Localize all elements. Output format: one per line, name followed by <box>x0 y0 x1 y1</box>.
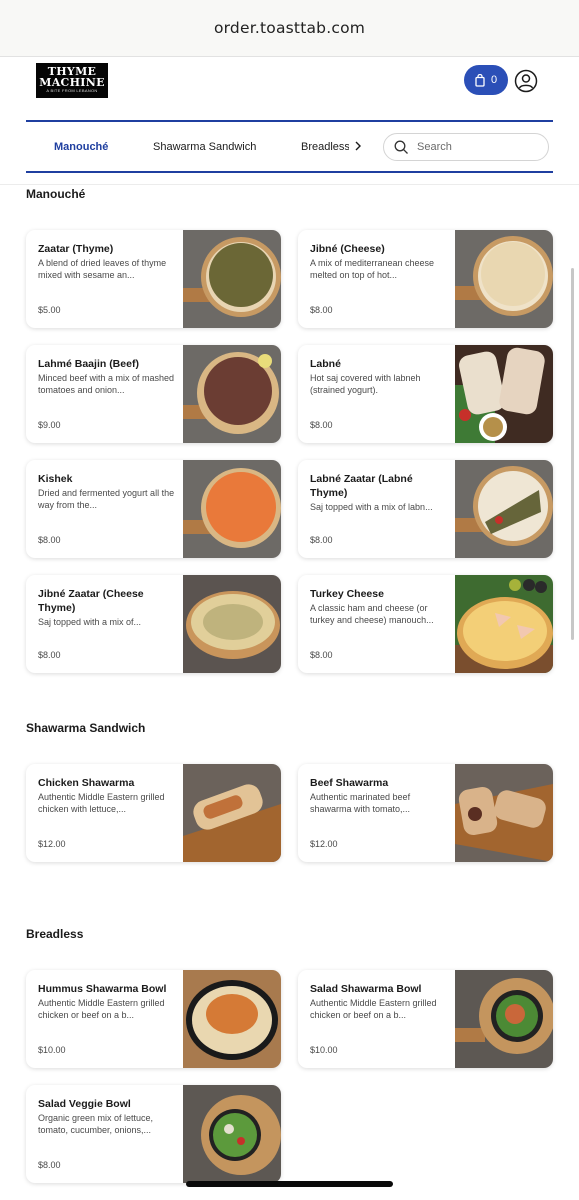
item-description: Saj topped with a mix of... <box>38 617 142 627</box>
item-price: $8.00 <box>310 305 333 315</box>
item-description: A blend of dried leaves of thyme mixed w… <box>38 258 167 280</box>
item-price: $10.00 <box>38 1045 66 1055</box>
tab-shawarma-sandwich[interactable]: Shawarma Sandwich <box>153 122 256 171</box>
item-description: Authentic Middle Eastern grilled chicken… <box>38 792 165 814</box>
search-input[interactable] <box>417 141 527 153</box>
zaatar-manouche-photo <box>183 230 281 328</box>
restaurant-logo[interactable]: THYME MACHINE A BITE FROM LEBANON <box>36 63 108 98</box>
item-description: Authentic marinated beef shawarma with t… <box>310 792 411 814</box>
item-name: Zaatar (Thyme) <box>38 243 114 255</box>
menu-item-card[interactable]: Kishek Dried and fermented yogurt all th… <box>26 460 281 558</box>
menu-item-card[interactable]: Lahmé Baajin (Beef) Minced beef with a m… <box>26 345 281 443</box>
item-price: $8.00 <box>310 650 333 660</box>
item-description: Hot saj covered with labneh (strained yo… <box>310 373 421 395</box>
item-description: Minced beef with a mix of mashed tomatoe… <box>38 373 175 395</box>
shopping-bag-icon <box>475 73 485 87</box>
site-header: THYME MACHINE A BITE FROM LEBANON 0 <box>0 57 579 107</box>
item-name: Hummus Shawarma Bowl <box>38 983 167 995</box>
beef-shawarma-photo <box>455 764 553 862</box>
item-price: $10.00 <box>310 1045 338 1055</box>
menu-item-card[interactable]: Hummus Shawarma Bowl Authentic Middle Ea… <box>26 970 281 1068</box>
logo-line-2: MACHINE <box>39 76 105 89</box>
item-name: Lahmé Baajin (Beef) <box>38 358 139 370</box>
chicken-shawarma-photo <box>183 764 281 862</box>
item-description: Dried and fermented yogurt all the way f… <box>38 488 175 510</box>
menu-item-card[interactable]: Chicken Shawarma Authentic Middle Easter… <box>26 764 281 862</box>
tab-breadless[interactable]: Breadless <box>301 122 349 171</box>
item-price: $12.00 <box>310 839 338 849</box>
item-name: Labné Zaatar (Labné Thyme) <box>310 473 413 499</box>
tab-manouche[interactable]: Manouché <box>54 122 108 171</box>
item-description: Authentic Middle Eastern grilled chicken… <box>38 998 165 1020</box>
logo-line-1: THYME <box>47 65 97 78</box>
item-price: $8.00 <box>310 420 333 430</box>
search-icon <box>394 140 408 154</box>
lahme-baajin-photo <box>183 345 281 443</box>
item-price: $8.00 <box>38 1160 61 1170</box>
item-name: Chicken Shawarma <box>38 777 135 789</box>
item-name: Salad Shawarma Bowl <box>310 983 422 995</box>
url-text: order.toasttab.com <box>213 19 366 37</box>
menu-item-card[interactable]: Salad Veggie Bowl Organic green mix of l… <box>26 1085 281 1183</box>
item-name: Turkey Cheese <box>310 588 384 600</box>
item-name: Labné <box>310 358 341 370</box>
item-price: $8.00 <box>38 535 61 545</box>
chevron-right-icon[interactable] <box>352 140 364 152</box>
logo-tagline: A BITE FROM LEBANON <box>46 88 98 93</box>
labne-wrap-photo <box>455 345 553 443</box>
hummus-shawarma-bowl-photo <box>183 970 281 1068</box>
cheese-manouche-photo <box>455 230 553 328</box>
labne-zaatar-photo <box>455 460 553 558</box>
salad-shawarma-bowl-photo <box>455 970 553 1068</box>
search-box[interactable] <box>383 133 549 161</box>
item-price: $9.00 <box>38 420 61 430</box>
menu-item-card[interactable]: Zaatar (Thyme) A blend of dried leaves o… <box>26 230 281 328</box>
item-description: A classic ham and cheese (or turkey and … <box>310 603 434 625</box>
item-description: A mix of mediterranean cheese melted on … <box>310 258 435 280</box>
item-description: Organic green mix of lettuce, tomato, cu… <box>38 1113 154 1135</box>
item-price: $12.00 <box>38 839 66 849</box>
cart-count: 0 <box>490 74 498 86</box>
menu-item-card[interactable]: Beef Shawarma Authentic marinated beef s… <box>298 764 553 862</box>
item-price: $8.00 <box>310 535 333 545</box>
menu-item-card[interactable]: Turkey Cheese A classic ham and cheese (… <box>298 575 553 673</box>
menu-item-card[interactable]: Labné Hot saj covered with labneh (strai… <box>298 345 553 443</box>
section-title-shawarma-sandwich: Shawarma Sandwich <box>26 721 146 735</box>
user-account-icon[interactable] <box>514 69 538 93</box>
section-title-breadless: Breadless <box>26 927 84 941</box>
menu-item-card[interactable]: Jibné (Cheese) A mix of mediterranean ch… <box>298 230 553 328</box>
cheese-thyme-manouche-photo <box>183 575 281 673</box>
item-name: Salad Veggie Bowl <box>38 1098 131 1110</box>
item-description: Saj topped with a mix of labn... <box>310 502 433 512</box>
item-price: $5.00 <box>38 305 61 315</box>
item-name: Jibné (Cheese) <box>310 243 385 255</box>
browser-url-bar[interactable]: order.toasttab.com <box>0 0 579 57</box>
menu-item-card[interactable]: Salad Shawarma Bowl Authentic Middle Eas… <box>298 970 553 1068</box>
turkey-cheese-photo <box>455 575 553 673</box>
item-description: Authentic Middle Eastern grilled chicken… <box>310 998 437 1020</box>
cart-button[interactable]: 0 <box>464 65 508 95</box>
item-price: $8.00 <box>38 650 61 660</box>
page-scrollbar[interactable] <box>571 268 574 640</box>
kishek-manouche-photo <box>183 460 281 558</box>
menu-item-card[interactable]: Jibné Zaatar (Cheese Thyme) Saj topped w… <box>26 575 281 673</box>
salad-veggie-bowl-photo <box>183 1085 281 1183</box>
category-nav: Manouché Shawarma Sandwich Breadless <box>26 120 553 173</box>
item-name: Jibné Zaatar (Cheese Thyme) <box>38 588 144 614</box>
menu-item-card[interactable]: Labné Zaatar (Labné Thyme) Saj topped wi… <box>298 460 553 558</box>
home-indicator[interactable] <box>186 1181 393 1187</box>
section-title-manouche: Manouché <box>26 187 86 201</box>
item-name: Kishek <box>38 473 73 485</box>
item-name: Beef Shawarma <box>310 777 389 789</box>
header-divider <box>0 184 579 185</box>
